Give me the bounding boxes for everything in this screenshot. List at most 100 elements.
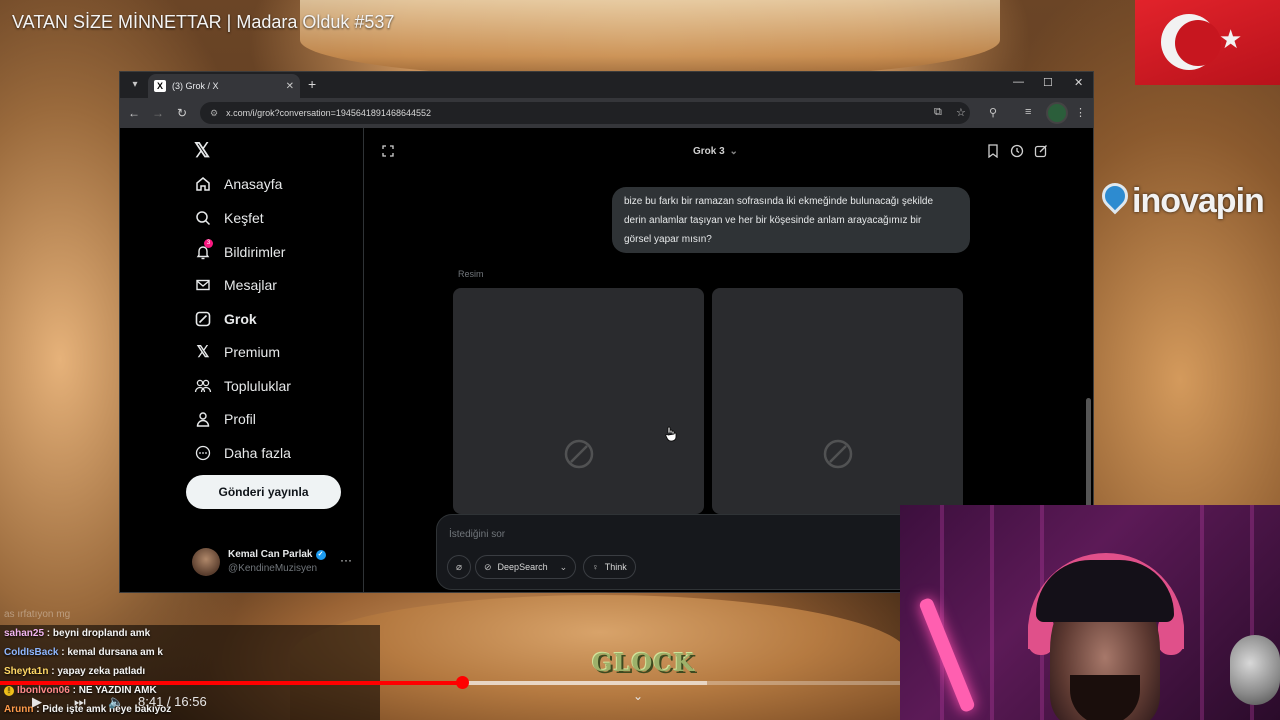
person-icon	[194, 410, 212, 428]
new-tab-button[interactable]: +	[308, 76, 316, 92]
notification-badge: 3	[204, 239, 213, 248]
new-chat-icon[interactable]	[1034, 144, 1048, 163]
forward-button[interactable]: →	[146, 106, 170, 120]
video-progress-bar[interactable]	[0, 676, 900, 689]
time-display: 8:41 / 16:56	[138, 694, 207, 709]
location-pin-icon	[1096, 177, 1134, 221]
expand-icon[interactable]	[382, 144, 394, 162]
generated-image-placeholder[interactable]	[712, 288, 963, 514]
deepsearch-button[interactable]: ⊘ DeepSearch ⌄	[475, 555, 577, 579]
sidebar-item-label: Keşfet	[224, 210, 264, 226]
video-title: VATAN SİZE MİNNETTAR | Madara Olduk #537	[12, 12, 395, 32]
profile-avatar[interactable]	[1046, 102, 1068, 124]
sidebar-item-profile[interactable]: Profil	[194, 406, 256, 432]
tab-close-icon[interactable]: ✕	[286, 81, 294, 92]
model-selector[interactable]: Grok 3 ⌄	[693, 146, 738, 157]
ask-input[interactable]: İstediğini sor	[449, 529, 505, 540]
sidebar-item-notifications[interactable]: 3 Bildirimler	[194, 239, 285, 265]
more-options-icon[interactable]: ···	[340, 553, 352, 567]
deepsearch-label: DeepSearch	[497, 562, 548, 572]
play-icon[interactable]: ▶	[32, 694, 42, 710]
x-logo-icon[interactable]: 𝕏	[194, 138, 210, 163]
time-current: 8:41	[138, 694, 164, 709]
user-handle: @KendineMuzisyen	[228, 563, 318, 574]
sponsor-name: inovapin	[1132, 182, 1265, 220]
progress-fill	[0, 681, 462, 685]
user-message-line: bize bu farkı bir ramazan sofrasında iki…	[624, 196, 934, 207]
search-icon	[194, 209, 212, 227]
chevron-down-icon[interactable]: ⌄	[560, 562, 568, 573]
close-window-button[interactable]: ✕	[1074, 76, 1083, 89]
grok-icon	[194, 310, 212, 328]
sidebar: 𝕏 Anasayfa Keşfet 3 Bildirimler Mesajlar…	[120, 128, 364, 592]
chat-user: Ibonlvon06	[17, 685, 70, 696]
tab-grok[interactable]: X (3) Grok / X ✕	[148, 74, 300, 98]
tab-bar: ▾ X (3) Grok / X ✕ + — ☐ ✕	[120, 72, 1093, 98]
paperclip-icon: ⌀	[455, 561, 463, 573]
user-name: Kemal Can Parlak	[228, 549, 313, 560]
install-app-icon[interactable]: ⧉	[934, 106, 942, 119]
media-control-icon[interactable]: ≡	[1025, 106, 1031, 118]
scrollbar[interactable]	[1086, 398, 1091, 508]
sidebar-item-more[interactable]: Daha fazla	[194, 440, 291, 466]
bread-image-top	[300, 0, 1000, 80]
people-icon	[194, 377, 212, 395]
x-icon: 𝕏	[196, 344, 210, 361]
user-message-line: görsel yapar mısın?	[624, 234, 712, 245]
chat-message: sahan25 : beyni droplandı amk	[4, 628, 151, 639]
microphone	[1230, 635, 1280, 705]
verified-badge-icon: ✓	[315, 550, 326, 560]
chat-text: yapay zeka patladı	[57, 666, 146, 677]
tab-search-icon[interactable]: ▾	[128, 78, 142, 92]
attach-button[interactable]: ⌀	[447, 555, 471, 579]
history-icon[interactable]	[1010, 144, 1024, 163]
avatar	[192, 548, 220, 576]
browser-menu-icon[interactable]: ⋮	[1075, 106, 1086, 119]
extensions-icon[interactable]: ⚲	[989, 106, 997, 119]
volume-icon[interactable]: 🔈	[108, 694, 124, 710]
back-button[interactable]: ←	[122, 106, 146, 120]
lightbulb-icon: ♀	[592, 562, 599, 572]
sidebar-item-label: Grok	[224, 311, 257, 327]
x-favicon-icon: X	[154, 80, 166, 92]
maximize-button[interactable]: ☐	[1043, 76, 1053, 89]
home-icon	[194, 175, 212, 193]
bell-icon: 3	[194, 239, 213, 261]
chat-text: beyni droplandı amk	[52, 628, 151, 639]
sidebar-item-label: Daha fazla	[224, 445, 291, 461]
post-button[interactable]: Gönderi yayınla	[186, 475, 341, 509]
hand-cursor-icon	[665, 426, 677, 447]
sidebar-item-messages[interactable]: Mesajlar	[194, 272, 277, 298]
chat-user: ColdIsBack	[4, 647, 59, 658]
turkish-flag: ★	[1135, 0, 1280, 85]
scrubber-handle[interactable]	[456, 676, 469, 689]
sidebar-item-label: Profil	[224, 411, 256, 427]
sidebar-item-label: Topluluklar	[224, 378, 291, 394]
chat-message: Sheyta1n : yapay zeka patladı	[4, 666, 146, 677]
grok-composer: İstediğini sor ⌀ ⊘ DeepSearch ⌄ ♀ Think	[436, 514, 916, 590]
more-circle-icon	[194, 444, 212, 462]
grok-loading-icon	[822, 438, 854, 475]
reload-button[interactable]: ↻	[170, 106, 194, 120]
sidebar-item-grok[interactable]: Grok	[194, 306, 257, 332]
account-switcher[interactable]: Kemal Can Parlak ✓ @KendineMuzisyen ···	[192, 548, 362, 576]
generated-image-placeholder[interactable]	[453, 288, 704, 514]
next-icon[interactable]: ⏭	[74, 694, 86, 710]
time-total: 16:56	[174, 694, 207, 709]
bookmark-star-icon[interactable]: ☆	[956, 106, 966, 119]
mail-icon	[194, 276, 212, 294]
sidebar-item-communities[interactable]: Topluluklar	[194, 373, 291, 399]
sponsor-logo: inovapin	[1096, 177, 1265, 221]
chevron-down-icon[interactable]: ⌄	[633, 689, 643, 703]
url-field[interactable]: ⚙ x.com/i/grok?conversation=194564189146…	[200, 102, 970, 124]
bookmark-icon[interactable]	[987, 144, 999, 163]
deepsearch-icon: ⊘	[484, 561, 492, 572]
user-message-line: derin anlamlar taşıyan ve her bir köşesi…	[624, 215, 922, 226]
webcam-overlay	[900, 505, 1280, 720]
sidebar-item-explore[interactable]: Keşfet	[194, 205, 264, 231]
sidebar-item-home[interactable]: Anasayfa	[194, 171, 282, 197]
sidebar-item-premium[interactable]: 𝕏 Premium	[194, 339, 280, 365]
site-settings-icon[interactable]: ⚙	[210, 108, 218, 119]
think-button[interactable]: ♀ Think	[583, 555, 636, 579]
minimize-button[interactable]: —	[1013, 76, 1024, 88]
